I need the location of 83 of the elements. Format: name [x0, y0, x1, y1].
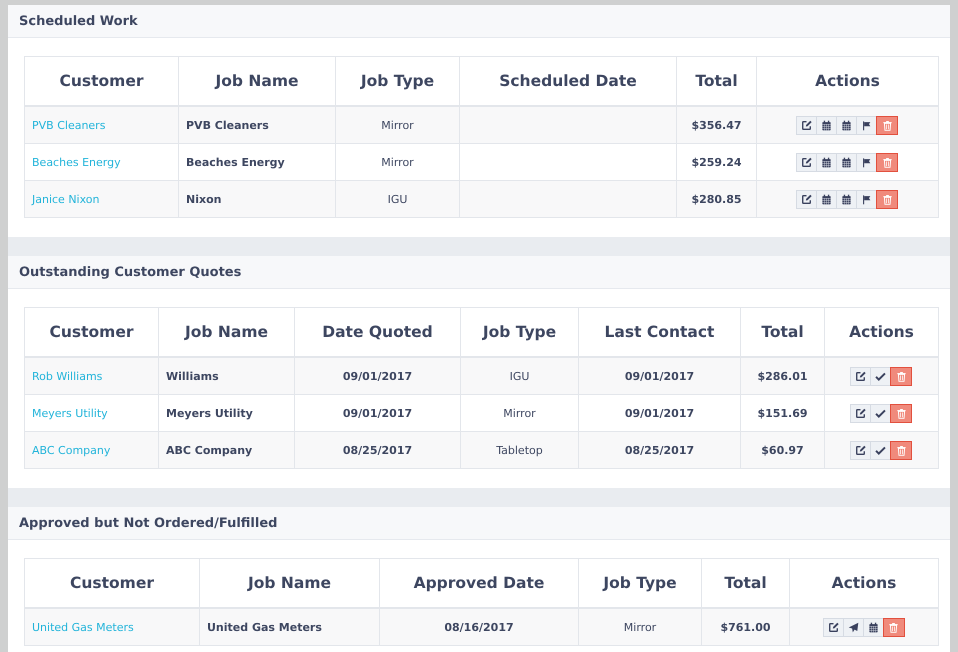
send-button[interactable]	[842, 618, 864, 636]
calendar-button[interactable]	[836, 190, 857, 208]
calendar-button[interactable]	[836, 152, 857, 172]
calendar-icon	[841, 194, 852, 204]
table-cell: $60.97	[740, 432, 824, 468]
customer-link[interactable]: Janice Nixon	[32, 192, 100, 206]
flag-icon	[861, 194, 872, 204]
trash-icon	[896, 444, 906, 456]
calendar-button[interactable]	[836, 116, 857, 134]
flag-button[interactable]	[856, 116, 877, 134]
calendar-icon	[841, 120, 852, 130]
table-cell: $356.47	[676, 106, 756, 144]
calendar-icon	[821, 156, 832, 168]
calendar-button[interactable]	[816, 190, 837, 208]
edit-icon	[801, 156, 812, 168]
table-cell: IGU	[336, 180, 460, 218]
delete-button[interactable]	[882, 618, 904, 636]
calendar-button[interactable]	[862, 618, 884, 636]
section-title: Scheduled Work	[19, 14, 138, 28]
customer-link[interactable]: Rob Williams	[32, 370, 102, 382]
edit-button[interactable]	[796, 116, 817, 134]
table-cell: 08/16/2017	[380, 608, 578, 646]
table-cell: Nixon	[178, 180, 336, 218]
delete-button[interactable]	[876, 152, 898, 172]
table-cell: 08/25/2017	[578, 432, 740, 468]
table-cell: United Gas Meters	[200, 608, 380, 646]
delete-button[interactable]	[876, 116, 898, 134]
trash-icon	[896, 370, 906, 382]
table-cell: ABC Company	[158, 432, 294, 468]
calendar-button[interactable]	[816, 152, 837, 172]
flag-button[interactable]	[856, 190, 877, 208]
check-button[interactable]	[870, 440, 891, 460]
trash-icon	[888, 622, 899, 632]
check-icon	[875, 408, 886, 418]
trash-icon	[882, 194, 892, 204]
edit-icon	[855, 444, 866, 456]
table-cell: 09/01/2017	[294, 357, 460, 394]
edit-button[interactable]	[796, 152, 817, 172]
table-cell: PVB Cleaners	[178, 106, 336, 144]
table-cell: Mirror	[578, 608, 702, 646]
edit-button[interactable]	[796, 190, 817, 208]
check-icon	[875, 370, 886, 382]
delete-button[interactable]	[890, 366, 912, 386]
table-cell: Williams	[158, 357, 294, 394]
edit-button[interactable]	[850, 404, 871, 422]
calendar-icon	[841, 156, 852, 168]
table-cell: $286.01	[740, 357, 824, 394]
flag-icon	[861, 120, 872, 130]
calendar-icon	[868, 622, 878, 632]
table-cell: $761.00	[702, 608, 790, 646]
customer-link[interactable]: Meyers Utility	[32, 406, 108, 420]
edit-icon	[801, 120, 812, 130]
delete-button[interactable]	[876, 190, 898, 208]
check-button[interactable]	[870, 404, 891, 422]
check-icon	[875, 444, 886, 456]
edit-icon	[855, 370, 866, 382]
table-cell: 09/01/2017	[578, 357, 740, 394]
section-title: Approved but Not Ordered/Fulfilled	[19, 516, 278, 530]
table-cell: Mirror	[336, 106, 460, 144]
trash-icon	[882, 120, 892, 130]
edit-icon	[828, 622, 838, 632]
edit-button[interactable]	[850, 366, 871, 386]
edit-icon	[801, 194, 812, 204]
table-cell: Tabletop	[460, 432, 578, 468]
calendar-button[interactable]	[816, 116, 837, 134]
paper-plane-icon	[848, 622, 858, 632]
flag-icon	[861, 156, 872, 168]
check-button[interactable]	[870, 366, 891, 386]
customer-link[interactable]: PVB Cleaners	[32, 118, 106, 132]
edit-icon	[855, 408, 866, 418]
trash-icon	[882, 156, 892, 168]
calendar-icon	[821, 194, 832, 204]
calendar-icon	[821, 120, 832, 130]
edit-button[interactable]	[822, 618, 844, 636]
table-cell: $280.85	[676, 180, 756, 218]
trash-icon	[896, 408, 906, 418]
table-cell: 08/25/2017	[294, 432, 460, 468]
delete-button[interactable]	[890, 440, 912, 460]
table-cell: IGU	[460, 357, 578, 394]
delete-button[interactable]	[890, 404, 912, 422]
section-title: Outstanding Customer Quotes	[19, 264, 242, 280]
edit-button[interactable]	[850, 440, 871, 460]
flag-button[interactable]	[856, 152, 877, 172]
